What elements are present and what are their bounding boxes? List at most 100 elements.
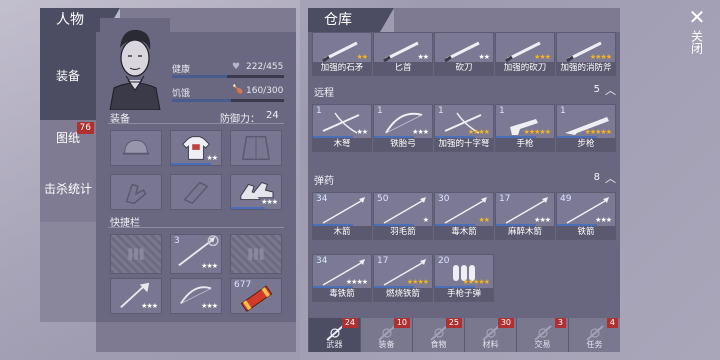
quick-slot-5-stars: ★★★ bbox=[201, 302, 218, 310]
inventory-item[interactable]: ★★ 加强的石矛 bbox=[312, 32, 372, 76]
ranged-label: 远程 bbox=[314, 88, 334, 99]
item-name: 麻醉木箭 bbox=[496, 226, 554, 239]
tab-quest[interactable]: 4 任务 bbox=[568, 318, 620, 352]
tab-count-badge: 24 bbox=[341, 318, 358, 328]
close-button[interactable]: ✕ 关闭 bbox=[680, 6, 714, 76]
item-name: 手枪子弹 bbox=[435, 288, 493, 301]
pants-icon bbox=[183, 181, 209, 205]
inventory-item[interactable]: 34 ★★★★ 毒铁箭 bbox=[312, 254, 372, 302]
tab-equipment[interactable]: 装备 bbox=[40, 32, 96, 120]
inventory-item[interactable]: ★★★★ 加强的消防斧 bbox=[556, 32, 616, 76]
equip-label: 装备 bbox=[110, 114, 130, 125]
tab-blueprints[interactable]: 图纸 76 bbox=[40, 120, 96, 156]
helmet-icon bbox=[122, 139, 150, 155]
item-stars: ★★ bbox=[417, 53, 429, 61]
chevron-up-icon: ︿ bbox=[605, 172, 616, 185]
item-name: 加强的十字弩 bbox=[435, 138, 493, 151]
item-name: 砍刀 bbox=[435, 62, 493, 75]
inventory-item[interactable]: 1 ★★ 木弩 bbox=[312, 104, 372, 152]
item-stars: ★★ bbox=[478, 53, 490, 61]
tab-kill-stats[interactable]: 击杀统计 bbox=[40, 156, 96, 222]
quick-slot-6[interactable]: 677 bbox=[230, 278, 282, 314]
defense-label: 防御力： bbox=[220, 114, 260, 125]
inventory-item[interactable]: ★★★ 加强的砍刀 bbox=[495, 32, 555, 76]
equip-slot-head[interactable] bbox=[110, 130, 162, 166]
tab-label: 装备 bbox=[378, 340, 395, 349]
tab-weapon[interactable]: 24 武器 bbox=[308, 318, 360, 352]
chevron-up-icon: ︿ bbox=[605, 84, 616, 97]
equip-slot-hands[interactable] bbox=[110, 174, 162, 210]
equip-slot-outer[interactable] bbox=[230, 130, 282, 166]
equip-header: 装备 防御力： 24 bbox=[108, 110, 284, 125]
inventory-item[interactable]: 30 ★★ 毒木箭 bbox=[434, 192, 494, 240]
inventory-item[interactable]: 34 木箭 bbox=[312, 192, 372, 240]
quick-slot-4[interactable]: ★★★ bbox=[110, 278, 162, 314]
inventory-item[interactable]: 49 ★★★ 铁箭 bbox=[556, 192, 616, 240]
quick-slot-4-stars: ★★★ bbox=[141, 302, 158, 310]
tab-kill-stats-label: 击杀统计 bbox=[43, 182, 92, 196]
inventory-item[interactable]: 17 ★★★★ 燃烧铁箭 bbox=[373, 254, 433, 302]
tab-count-badge: 30 bbox=[497, 318, 514, 328]
blueprints-badge: 76 bbox=[76, 122, 94, 134]
inventory-item[interactable]: 1 ★★★★ 加强的十字弩 bbox=[434, 104, 494, 152]
item-name: 匕首 bbox=[374, 62, 432, 75]
gloves-icon bbox=[125, 183, 147, 205]
quickbar-header: 快捷栏 bbox=[108, 214, 284, 229]
ammo-header[interactable]: 弹药 8 ︿ bbox=[308, 172, 620, 187]
item-name: 加强的消防斧 bbox=[557, 62, 615, 75]
item-name: 手枪 bbox=[496, 138, 554, 151]
item-stars: ★★★★ bbox=[589, 53, 612, 61]
tab-trade[interactable]: 3 交易 bbox=[516, 318, 568, 352]
equip-slot-body[interactable]: ★★ bbox=[170, 130, 222, 166]
inventory-item[interactable]: ★★ 匕首 bbox=[373, 32, 433, 76]
drumstick-icon: 🍗 bbox=[232, 85, 244, 95]
tab-label: 任务 bbox=[586, 340, 603, 349]
close-label: 关闭 bbox=[689, 30, 704, 54]
item-stars: ★★★★★ bbox=[462, 278, 490, 286]
inventory-item[interactable]: ★★ 砍刀 bbox=[434, 32, 494, 76]
inventory-item[interactable]: 1 ★★★★★ 手枪 bbox=[495, 104, 555, 152]
inventory-item[interactable]: 20 ★★★★★ 手枪子弹 bbox=[434, 254, 494, 302]
character-portrait bbox=[100, 18, 170, 110]
tab-count-badge: 3 bbox=[554, 318, 566, 328]
item-name: 木箭 bbox=[313, 226, 371, 239]
equip-slot-feet[interactable]: ★★★ bbox=[230, 174, 282, 210]
quickbar-label: 快捷栏 bbox=[110, 218, 140, 229]
quick-slot-1[interactable] bbox=[110, 234, 162, 274]
tab-material[interactable]: 30 材料 bbox=[464, 318, 516, 352]
item-stars: ★★★★★ bbox=[584, 128, 612, 136]
jacket-icon bbox=[241, 135, 271, 161]
inventory-item[interactable]: 1 ★★★★★ 步枪 bbox=[556, 104, 616, 152]
item-name: 加强的砍刀 bbox=[496, 62, 554, 75]
health-bar-fill bbox=[172, 75, 227, 78]
equip-feet-stars: ★★★ bbox=[261, 198, 278, 206]
tab-food[interactable]: 25 食物 bbox=[412, 318, 464, 352]
ranged-count: 5 bbox=[593, 84, 600, 95]
item-stars: ★★★★ bbox=[345, 278, 368, 286]
tab-shirt[interactable]: 10 装备 bbox=[360, 318, 412, 352]
equip-slot-legs[interactable] bbox=[170, 174, 222, 210]
item-stars: ★★★★ bbox=[406, 278, 429, 286]
ammo-label: 弹药 bbox=[314, 176, 334, 187]
hunger-value: 160/300 bbox=[246, 86, 284, 96]
locked-slot-icon bbox=[248, 248, 264, 260]
equip-body-stars: ★★ bbox=[206, 154, 218, 162]
quick-slot-5[interactable]: ★★★ bbox=[170, 278, 222, 314]
ranged-header[interactable]: 远程 5 ︿ bbox=[308, 84, 620, 99]
inventory-item[interactable]: 17 ★★★ 麻醉木箭 bbox=[495, 192, 555, 240]
inventory-item[interactable]: 1 ★★★ 铁胎弓 bbox=[373, 104, 433, 152]
quick-slot-3[interactable] bbox=[230, 234, 282, 274]
item-stars: ★★★ bbox=[534, 216, 551, 224]
equip-body-durability bbox=[171, 163, 211, 165]
item-name: 铁胎弓 bbox=[374, 138, 432, 151]
hunger-bar-fill bbox=[172, 99, 232, 102]
item-stars: ★★ bbox=[356, 53, 368, 61]
item-stars: ★★★ bbox=[595, 216, 612, 224]
tab-equipment-label: 装备 bbox=[55, 69, 80, 83]
item-stars: ★ bbox=[422, 216, 429, 224]
quick-slot-2[interactable]: 3 ★★★ bbox=[170, 234, 222, 274]
item-stars: ★★★★ bbox=[467, 128, 490, 136]
item-stars: ★★ bbox=[356, 128, 368, 136]
inventory-item[interactable]: 50 ★ 羽毛箭 bbox=[373, 192, 433, 240]
health-value: 222/455 bbox=[246, 62, 284, 72]
